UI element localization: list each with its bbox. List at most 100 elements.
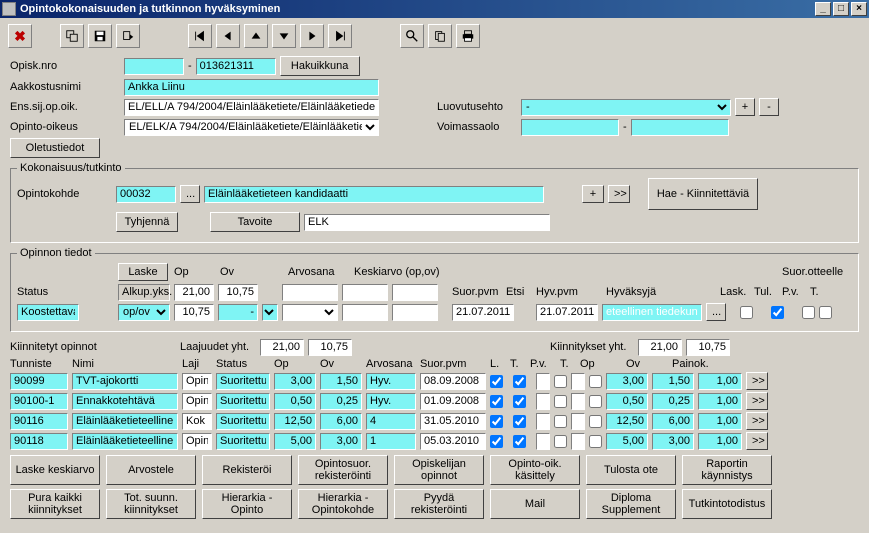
kohde-next-button[interactable]: >> — [608, 185, 630, 203]
hyvaksyja-lookup-button[interactable]: ... — [706, 303, 726, 321]
row-status[interactable] — [216, 373, 270, 390]
kiin-op-input[interactable] — [638, 339, 682, 356]
opintokohde-lookup-button[interactable]: ... — [180, 185, 200, 203]
row-t2-input[interactable] — [571, 433, 585, 450]
row-op2[interactable] — [606, 413, 648, 430]
row-pv-checkbox[interactable] — [554, 375, 567, 388]
row-more-button[interactable]: >> — [746, 412, 768, 430]
action-button[interactable]: Tutkintotodistus — [682, 489, 772, 519]
ov-a-input[interactable] — [218, 284, 258, 301]
row-ov2[interactable] — [652, 373, 694, 390]
suorpvm-input[interactable] — [452, 304, 514, 321]
copy-icon[interactable] — [428, 24, 452, 48]
arvosana-select[interactable] — [282, 304, 338, 321]
row-pv-checkbox[interactable] — [554, 435, 567, 448]
keskiarvo-op2-input[interactable] — [342, 304, 388, 321]
opintokohde-code-input[interactable] — [116, 186, 176, 203]
luovutus-minus-button[interactable]: - — [759, 98, 779, 116]
ens-input[interactable] — [124, 99, 379, 116]
action-button[interactable]: Pura kaikki kiinnitykset — [10, 489, 100, 519]
kiin-ov-input[interactable] — [686, 339, 730, 356]
row-status[interactable] — [216, 413, 270, 430]
row-pv-input[interactable] — [536, 413, 550, 430]
ov-b-input[interactable] — [218, 304, 258, 321]
toolbar-btn-1[interactable] — [60, 24, 84, 48]
nav-down-icon[interactable] — [272, 24, 296, 48]
row-laji[interactable] — [182, 393, 212, 410]
tavoite-input[interactable] — [304, 214, 550, 231]
kohde-plus-button[interactable]: + — [582, 185, 604, 203]
keskiarvo-ov-input[interactable] — [392, 284, 438, 301]
close-button[interactable]: × — [851, 2, 867, 16]
nav-next-icon[interactable] — [300, 24, 324, 48]
laajuudet-op-input[interactable] — [260, 339, 304, 356]
row-op[interactable] — [274, 373, 316, 390]
row-ov2[interactable] — [652, 393, 694, 410]
row-status[interactable] — [216, 393, 270, 410]
row-nimi[interactable] — [72, 373, 178, 390]
row-arvosana[interactable] — [366, 433, 416, 450]
row-ov[interactable] — [320, 373, 362, 390]
row-painok[interactable] — [698, 393, 742, 410]
row-op[interactable] — [274, 433, 316, 450]
oletustiedot-button[interactable]: Oletustiedot — [10, 138, 100, 158]
row-arvosana[interactable] — [366, 373, 416, 390]
action-button[interactable]: Opinto-oik. käsittely — [490, 455, 580, 485]
nav-up-icon[interactable] — [244, 24, 268, 48]
row-pv-checkbox[interactable] — [554, 395, 567, 408]
hakuikkuna-button[interactable]: Hakuikkuna — [280, 56, 360, 76]
save-icon[interactable] — [88, 24, 112, 48]
print-icon[interactable] — [456, 24, 480, 48]
row-t1-checkbox[interactable] — [513, 395, 526, 408]
row-suorpvm[interactable] — [420, 373, 486, 390]
row-status[interactable] — [216, 433, 270, 450]
row-t1-checkbox[interactable] — [513, 375, 526, 388]
action-button[interactable]: Hierarkia - Opintokohde — [298, 489, 388, 519]
row-tunniste[interactable] — [10, 373, 68, 390]
row-l-checkbox[interactable] — [490, 415, 503, 428]
keskiarvo-op-input[interactable] — [342, 284, 388, 301]
row-nimi[interactable] — [72, 393, 178, 410]
tavoite-button[interactable]: Tavoite — [210, 212, 300, 232]
oikeus-select[interactable]: EL/ELK/A 794/2004/Eläinlääketiete/Eläinl… — [124, 119, 379, 136]
voimassa-a-input[interactable] — [521, 119, 619, 136]
row-ov2[interactable] — [652, 413, 694, 430]
row-t2-checkbox[interactable] — [589, 395, 602, 408]
row-pv-input[interactable] — [536, 373, 550, 390]
row-op2[interactable] — [606, 393, 648, 410]
action-button[interactable]: Laske keskiarvo — [10, 455, 100, 485]
t-checkbox[interactable] — [819, 306, 832, 319]
row-laji[interactable] — [182, 413, 212, 430]
aakostus-input[interactable] — [124, 79, 379, 96]
row-ov[interactable] — [320, 393, 362, 410]
op-b-input[interactable] — [174, 304, 214, 321]
row-more-button[interactable]: >> — [746, 432, 768, 450]
action-button[interactable]: Rekisteröi — [202, 455, 292, 485]
row-t2-checkbox[interactable] — [589, 375, 602, 388]
opisk-nro-b-input[interactable] — [196, 58, 276, 75]
lask-checkbox[interactable] — [740, 306, 753, 319]
tul-checkbox[interactable] — [771, 306, 784, 319]
op-a-input[interactable] — [174, 284, 214, 301]
row-pv-input[interactable] — [536, 433, 550, 450]
row-t2-input[interactable] — [571, 373, 585, 390]
row-t2-checkbox[interactable] — [589, 415, 602, 428]
row-t2-checkbox[interactable] — [589, 435, 602, 448]
pv-checkbox[interactable] — [802, 306, 815, 319]
toolbar-btn-3[interactable] — [116, 24, 140, 48]
opisk-nro-a-input[interactable] — [124, 58, 184, 75]
row-t2-input[interactable] — [571, 413, 585, 430]
hyvpvm-input[interactable] — [536, 304, 598, 321]
ov-b-select[interactable] — [262, 304, 278, 321]
row-t2-input[interactable] — [571, 393, 585, 410]
row-l-checkbox[interactable] — [490, 375, 503, 388]
row-pv-checkbox[interactable] — [554, 415, 567, 428]
row-suorpvm[interactable] — [420, 393, 486, 410]
row-laji[interactable] — [182, 373, 212, 390]
hyvaksyja-input[interactable] — [602, 304, 702, 321]
action-button[interactable]: Diploma Supplement — [586, 489, 676, 519]
row-t1-checkbox[interactable] — [513, 415, 526, 428]
action-button[interactable]: Tulosta ote — [586, 455, 676, 485]
row-painok[interactable] — [698, 433, 742, 450]
row-l-checkbox[interactable] — [490, 395, 503, 408]
